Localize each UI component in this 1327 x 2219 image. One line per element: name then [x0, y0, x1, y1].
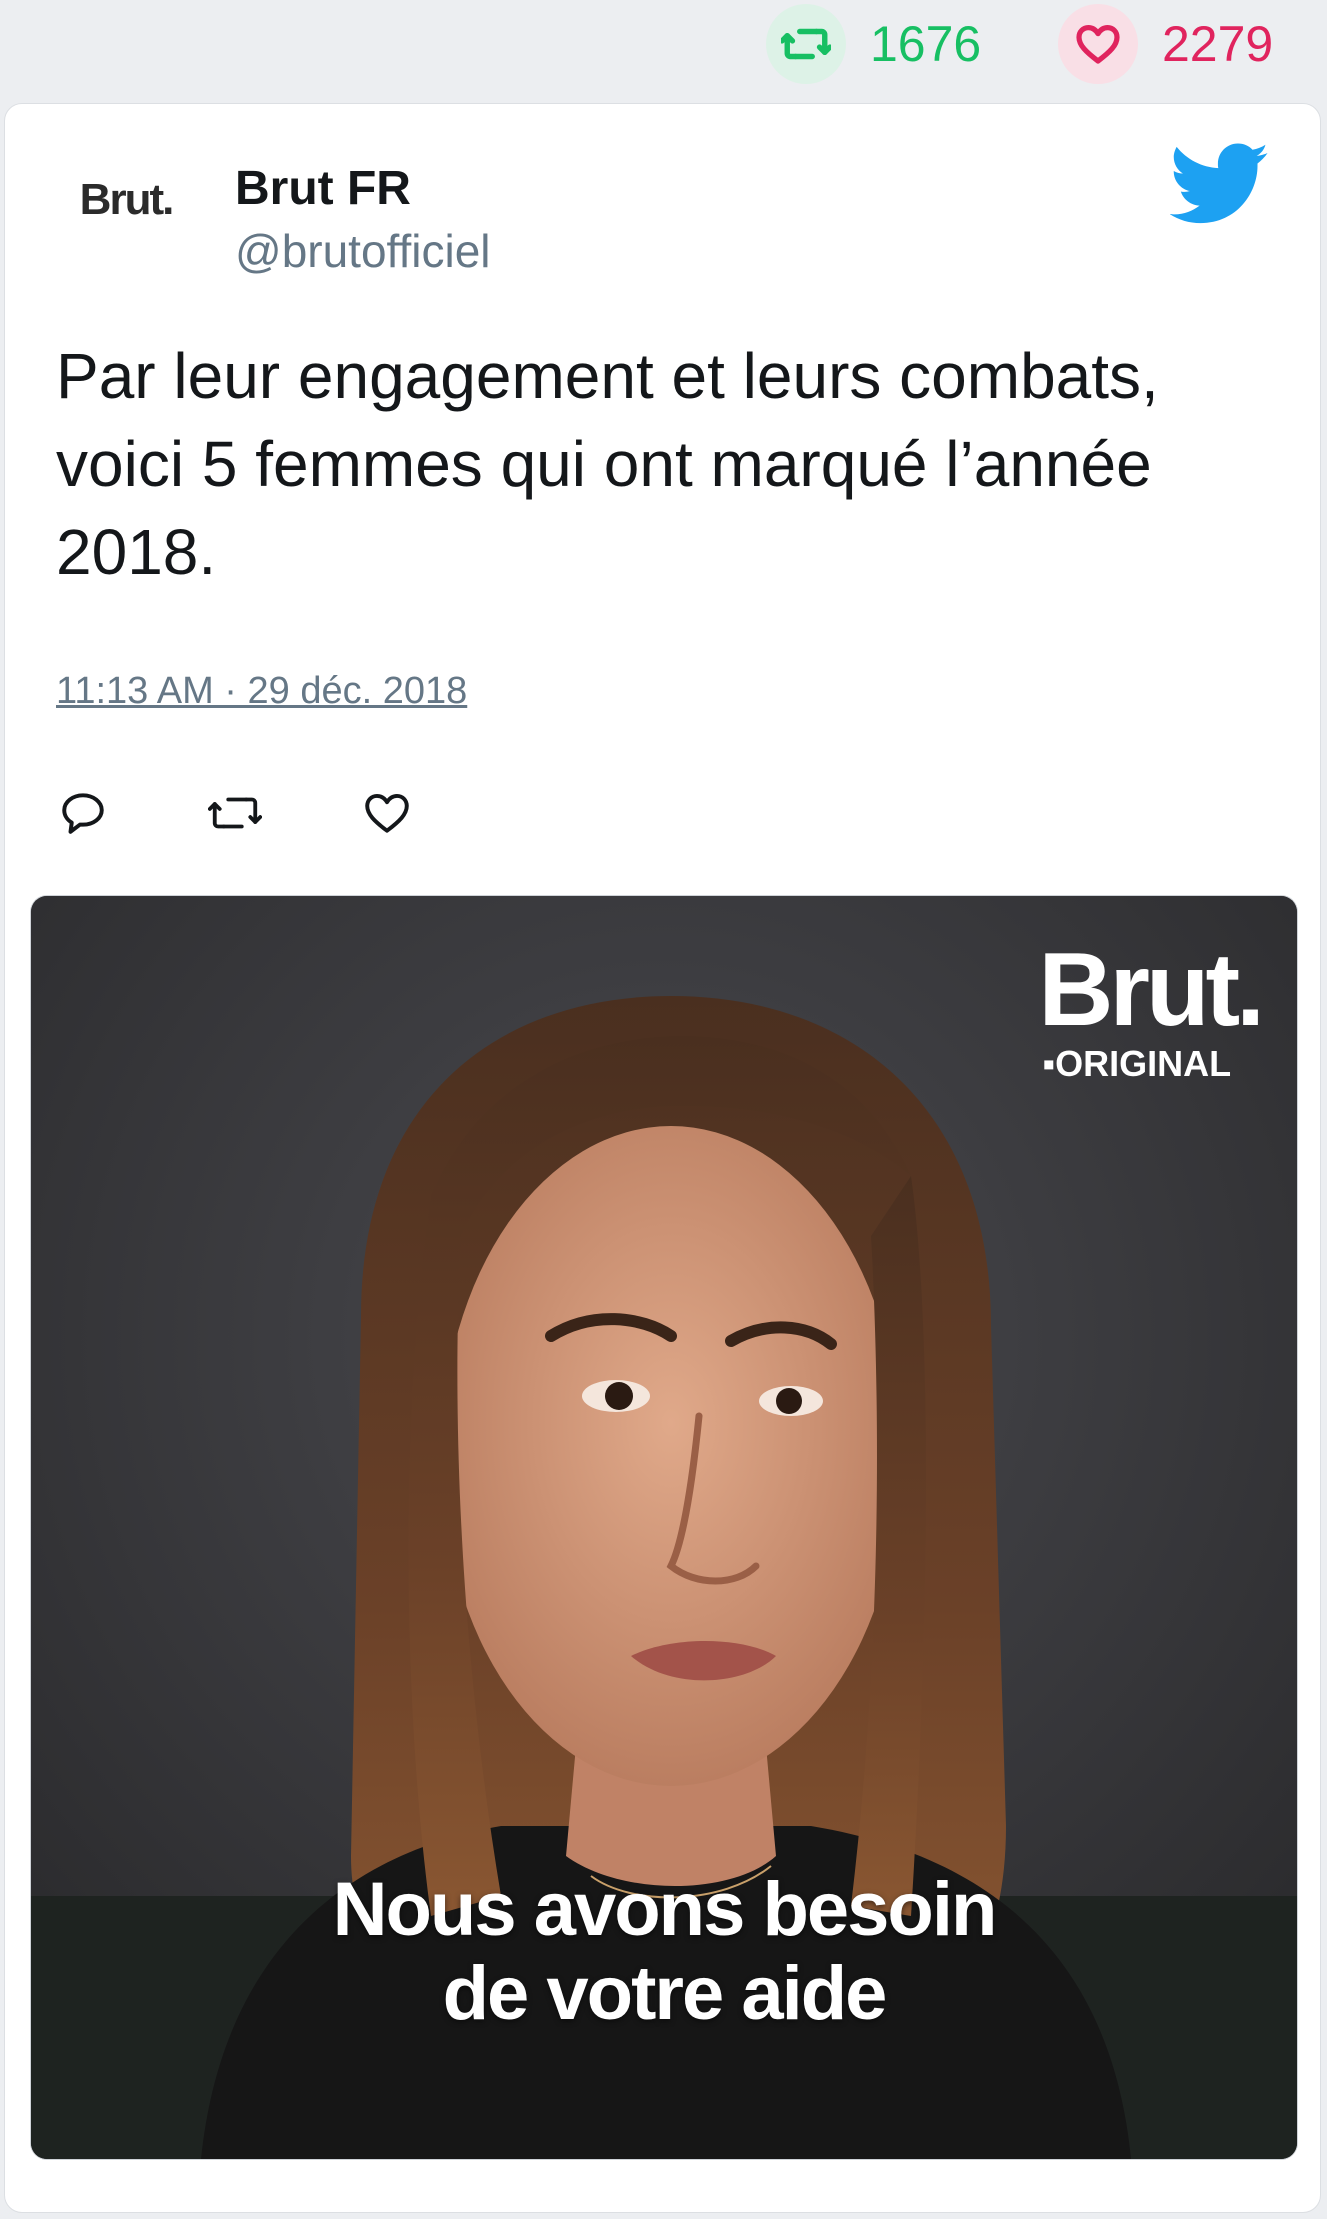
heart-icon [1058, 4, 1138, 84]
caption-line-1: Nous avons besoin [332, 1867, 998, 1952]
watermark-sub: ▪ORIGINAL [1042, 1043, 1232, 1084]
twitter-bird-icon[interactable] [1169, 142, 1270, 228]
retweet-count: 1676 [870, 16, 982, 72]
like-count: 2279 [1162, 16, 1274, 72]
tweet-text: Par leur engagement et leurs combats, vo… [56, 340, 1159, 588]
like-icon[interactable] [360, 786, 414, 840]
avatar[interactable]: Brut. [56, 130, 196, 270]
reply-icon[interactable] [56, 786, 110, 840]
tweet-timestamp[interactable]: 11:13 AM · 29 déc. 2018 [56, 672, 467, 710]
video-caption: Nous avons besoin de votre aide [31, 1868, 1297, 2036]
brut-original-watermark: Brut. ▪ORIGINAL [1038, 932, 1265, 1084]
like-stat[interactable]: 2279 [1058, 4, 1273, 84]
retweet-stat[interactable]: 1676 [766, 4, 981, 84]
retweet-icon [766, 4, 846, 84]
caption-line-2: de votre aide [442, 1951, 888, 2036]
tweet-actions [56, 783, 512, 843]
author-name[interactable]: Brut FR [235, 165, 411, 213]
watermark-brand: Brut. [1038, 932, 1265, 1048]
retweet-icon[interactable] [208, 786, 262, 840]
avatar-logo: Brut. [79, 175, 175, 224]
video-thumbnail[interactable]: Brut. ▪ORIGINAL Nous avons besoin de vot… [31, 896, 1297, 2159]
engagement-stats: 1676 2279 [0, 0, 1327, 100]
author-handle[interactable]: @brutofficiel [235, 228, 491, 274]
